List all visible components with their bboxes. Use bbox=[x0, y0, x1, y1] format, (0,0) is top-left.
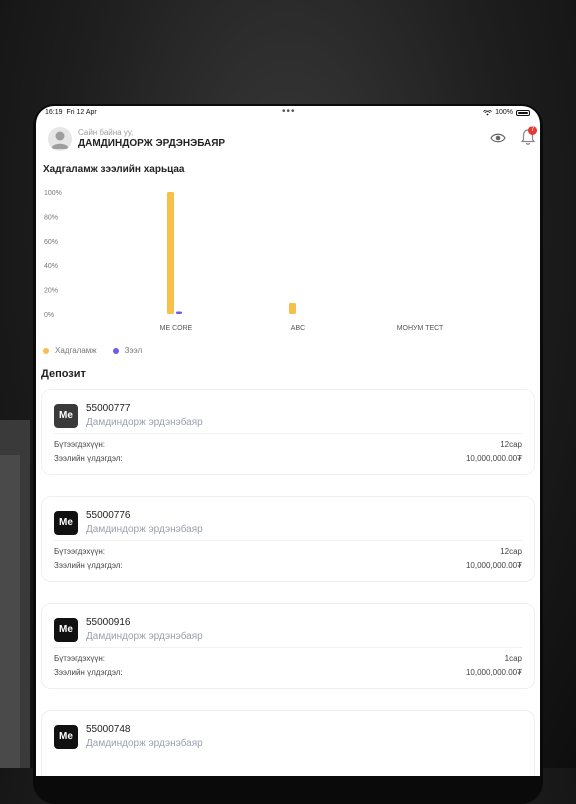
account-owner: Дамдиндорж эрдэнэбаяр bbox=[86, 417, 203, 428]
x-tick-label: ME CORE bbox=[160, 325, 193, 332]
balance-label: Зээлийн үлдэгдэл: bbox=[54, 561, 123, 570]
y-tick-label: 100% bbox=[44, 190, 62, 197]
y-tick-label: 40% bbox=[44, 263, 58, 270]
wifi-icon bbox=[483, 109, 492, 116]
bar-savings bbox=[167, 192, 174, 314]
balance-row: Зээлийн үлдэгдэл: 10,000,000.00₮ bbox=[54, 454, 522, 463]
bank-logo: Me bbox=[54, 618, 78, 642]
card-divider bbox=[54, 433, 522, 434]
battery-icon bbox=[516, 109, 530, 116]
account-owner: Дамдиндорж эрдэнэбаяр bbox=[86, 631, 203, 642]
status-right: 100% bbox=[483, 109, 530, 116]
deposit-list: Me 55000777 Дамдиндорж эрдэнэбаяр Бүтээг… bbox=[41, 389, 535, 776]
user-icon bbox=[51, 131, 69, 149]
bank-logo: Me bbox=[54, 511, 78, 535]
y-tick-label: 60% bbox=[44, 239, 58, 246]
legend-label-loan: Зээл bbox=[124, 346, 143, 355]
x-tick-label: МОНУМ ТЕСТ bbox=[397, 325, 444, 332]
bank-logo: Me bbox=[54, 404, 78, 428]
notification-badge: 7 bbox=[528, 126, 537, 135]
greeting-text: Сайн байна уу, bbox=[78, 128, 134, 137]
card-divider bbox=[54, 540, 522, 541]
term-label: Бүтээгдэхүүн: bbox=[54, 440, 106, 449]
account-owner: Дамдиндорж эрдэнэбаяр bbox=[86, 738, 203, 749]
term-value: 1сар bbox=[504, 654, 522, 663]
chart-legend: Хадгаламж Зээл bbox=[43, 346, 142, 355]
background-left-panel-inner bbox=[0, 455, 20, 768]
account-number: 55000777 bbox=[86, 403, 131, 414]
y-tick-label: 20% bbox=[44, 288, 58, 295]
status-bar: 16:19 Fri 12 Apr ••• 100% bbox=[36, 106, 540, 122]
balance-label: Зээлийн үлдэгдэл: bbox=[54, 454, 123, 463]
legend-label-savings: Хадгаламж bbox=[55, 346, 97, 355]
balance-row: Зээлийн үлдэгдэл: 10,000,000.00₮ bbox=[54, 561, 522, 570]
balance-value: 10,000,000.00₮ bbox=[465, 454, 522, 463]
account-number: 55000916 bbox=[86, 617, 131, 628]
balance-label: Зээлийн үлдэгдэл: bbox=[54, 668, 123, 677]
deposit-card[interactable]: Me 55000748 Дамдиндорж эрдэнэбаяр bbox=[41, 710, 535, 776]
eye-icon[interactable] bbox=[490, 132, 506, 144]
bar-savings bbox=[289, 303, 296, 314]
account-number: 55000748 bbox=[86, 724, 131, 735]
term-row: Бүтээгдэхүүн: 1сар bbox=[54, 654, 522, 663]
x-tick-label: ABC bbox=[291, 325, 305, 332]
term-row: Бүтээгдэхүүн: 12сар bbox=[54, 440, 522, 449]
term-value: 12сар bbox=[500, 440, 522, 449]
account-owner: Дамдиндорж эрдэнэбаяр bbox=[86, 524, 203, 535]
deposit-card[interactable]: Me 55000777 Дамдиндорж эрдэнэбаяр Бүтээг… bbox=[41, 389, 535, 475]
bank-logo: Me bbox=[54, 725, 78, 749]
user-name: ДАМДИНДОРЖ ЭРДЭНЭБАЯР bbox=[78, 138, 226, 149]
card-divider bbox=[54, 647, 522, 648]
term-value: 12сар bbox=[500, 547, 522, 556]
avatar[interactable] bbox=[48, 127, 72, 151]
app-screen: 16:19 Fri 12 Apr ••• 100% Сайн байна уу,… bbox=[36, 106, 540, 776]
deposit-card[interactable]: Me 55000776 Дамдиндорж эрдэнэбаяр Бүтээг… bbox=[41, 496, 535, 582]
term-label: Бүтээгдэхүүн: bbox=[54, 547, 106, 556]
chart-title: Хадгаламж зээлийн харьцаа bbox=[43, 164, 185, 175]
account-number: 55000776 bbox=[86, 510, 131, 521]
balance-row: Зээлийн үлдэгдэл: 10,000,000.00₮ bbox=[54, 668, 522, 677]
balance-value: 10,000,000.00₮ bbox=[465, 668, 522, 677]
y-tick-label: 80% bbox=[44, 214, 58, 221]
deposit-card[interactable]: Me 55000916 Дамдиндорж эрдэнэбаяр Бүтээг… bbox=[41, 603, 535, 689]
y-tick-label: 0% bbox=[44, 312, 54, 319]
battery-percent: 100% bbox=[495, 109, 513, 116]
legend-dot-savings bbox=[43, 347, 49, 354]
term-row: Бүтээгдэхүүн: 12сар bbox=[54, 547, 522, 556]
bar-loan bbox=[176, 311, 182, 314]
savings-loan-chart: 100% 80% 60% 40% 20% 0% ME CORE ABC МОНУМ ТЕСТ bbox=[44, 190, 444, 332]
term-label: Бүтээгдэхүүн: bbox=[54, 654, 106, 663]
multitask-dots[interactable]: ••• bbox=[282, 106, 296, 117]
legend-dot-loan bbox=[112, 347, 119, 354]
app-header: Сайн байна уу, ДАМДИНДОРЖ ЭРДЭНЭБАЯР 7 bbox=[36, 122, 540, 162]
balance-value: 10,000,000.00₮ bbox=[465, 561, 522, 570]
status-time: 16:19 Fri 12 Apr bbox=[45, 109, 97, 116]
section-title-deposit: Депозит bbox=[41, 368, 86, 380]
